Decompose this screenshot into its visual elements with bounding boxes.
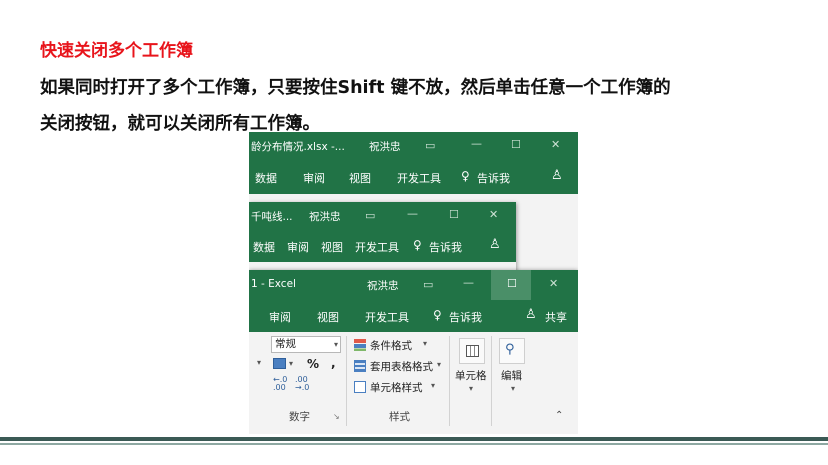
- group-separator: [449, 336, 450, 426]
- conditional-format-icon: [354, 339, 366, 351]
- user-icon[interactable]: ♙: [525, 307, 537, 322]
- user-icon[interactable]: ♙: [551, 168, 563, 183]
- window-2-titlebar[interactable]: 千吨线... 祝洪忠 ▭ — ☐ ✕: [249, 202, 516, 230]
- footer-rule-dark: [0, 437, 828, 441]
- tab-view[interactable]: 视图: [317, 309, 339, 325]
- window-3-tabs: 审阅 视图 开发工具 ♀ 告诉我 ♙ 共享: [249, 300, 578, 332]
- slide-title: 快速关闭多个工作簿: [40, 41, 193, 61]
- number-format-combo[interactable]: 常规 ▾: [271, 336, 341, 353]
- percent-style-button[interactable]: %: [307, 357, 319, 371]
- ribbon-display-options-icon[interactable]: ▭: [423, 278, 433, 291]
- chevron-down-icon[interactable]: ▾: [423, 339, 427, 348]
- editing-button[interactable]: ⚲: [499, 338, 525, 364]
- lightbulb-icon: ♀: [461, 169, 470, 183]
- number-format-value: 常规: [275, 338, 296, 350]
- excel-window-stack: 龄分布情况.xlsx -... 祝洪忠 ▭ — ☐ ✕ 数据 审阅 视图 开发工…: [249, 132, 578, 434]
- tab-data[interactable]: 数据: [253, 239, 275, 255]
- tab-developer[interactable]: 开发工具: [365, 309, 409, 325]
- window-3-title: 1 - Excel: [251, 278, 296, 290]
- chevron-down-icon[interactable]: ▾: [469, 384, 473, 393]
- ribbon-display-options-icon[interactable]: ▭: [365, 209, 375, 222]
- close-button[interactable]: ✕: [549, 277, 558, 290]
- search-icon: ⚲: [505, 342, 515, 357]
- window-2-user: 祝洪忠: [309, 211, 341, 223]
- accounting-format-icon[interactable]: [273, 358, 286, 369]
- tab-review[interactable]: 审阅: [287, 239, 309, 255]
- chevron-down-icon[interactable]: ▾: [437, 360, 441, 369]
- decrease-decimal-icon[interactable]: .00 →.0: [295, 376, 309, 392]
- tab-review[interactable]: 审阅: [303, 170, 325, 186]
- tab-developer[interactable]: 开发工具: [355, 239, 399, 255]
- tell-me-search[interactable]: 告诉我: [477, 170, 510, 186]
- styles-group-label: 样式: [389, 411, 410, 423]
- slide-body-line-1: 如果同时打开了多个工作簿，只要按住Shift 键不放，然后单击任意一个工作簿的: [40, 78, 671, 98]
- format-as-table-icon: [354, 360, 366, 372]
- chevron-down-icon: ▾: [333, 340, 338, 349]
- group-separator: [491, 336, 492, 426]
- tab-developer[interactable]: 开发工具: [397, 170, 441, 186]
- chevron-down-icon[interactable]: ▾: [431, 381, 435, 390]
- footer-rule-light: [0, 443, 828, 445]
- cell-styles-icon: [354, 381, 366, 393]
- collapse-ribbon-icon[interactable]: ⌃: [555, 410, 563, 421]
- ribbon-body: ▾ 常规 ▾ ▾ % , ←.0.00 .00 →.0 数字 ↘ 条件格式 ▾ 套…: [249, 332, 578, 434]
- cell-styles-button[interactable]: 单元格样式: [370, 380, 423, 395]
- chevron-down-icon[interactable]: ▾: [289, 359, 293, 368]
- number-dialog-launcher-icon[interactable]: ↘: [333, 412, 340, 421]
- tell-me-search[interactable]: 告诉我: [449, 309, 482, 325]
- lightbulb-icon: ♀: [433, 308, 442, 322]
- minimize-button[interactable]: —: [471, 137, 482, 150]
- minimize-button[interactable]: —: [407, 207, 418, 220]
- close-button[interactable]: ✕: [489, 208, 498, 221]
- partial-dropdown-arrow[interactable]: ▾: [257, 358, 261, 367]
- tab-view[interactable]: 视图: [349, 170, 371, 186]
- window-3-user: 祝洪忠: [367, 280, 399, 292]
- format-as-table-button[interactable]: 套用表格格式: [370, 359, 433, 374]
- window-1-titlebar[interactable]: 龄分布情况.xlsx -... 祝洪忠 ▭ — ☐ ✕: [249, 132, 578, 160]
- chevron-down-icon[interactable]: ▾: [511, 384, 515, 393]
- ribbon-display-options-icon[interactable]: ▭: [425, 139, 435, 152]
- window-2-tabs: 数据 审阅 视图 开发工具 ♀ 告诉我 ♙: [249, 230, 516, 262]
- tell-me-search[interactable]: 告诉我: [429, 239, 462, 255]
- tab-review[interactable]: 审阅: [269, 309, 291, 325]
- comma-style-button[interactable]: ,: [331, 356, 336, 370]
- window-1-title: 龄分布情况.xlsx -...: [251, 141, 345, 153]
- cells-button-label: 单元格: [455, 370, 487, 382]
- group-separator: [346, 336, 347, 426]
- maximize-button[interactable]: ☐: [511, 138, 521, 151]
- close-button[interactable]: ✕: [551, 138, 560, 151]
- editing-button-label: 编辑: [501, 370, 522, 382]
- lightbulb-icon: ♀: [413, 238, 422, 252]
- tab-data[interactable]: 数据: [255, 170, 277, 186]
- minimize-button[interactable]: —: [463, 276, 474, 289]
- maximize-button[interactable]: ☐: [507, 277, 517, 290]
- window-2-title: 千吨线...: [251, 211, 293, 223]
- tab-view[interactable]: 视图: [321, 239, 343, 255]
- conditional-format-button[interactable]: 条件格式: [370, 338, 412, 353]
- maximize-button[interactable]: ☐: [449, 208, 459, 221]
- increase-decimal-icon[interactable]: ←.0.00: [273, 376, 287, 392]
- window-1-user: 祝洪忠: [369, 141, 401, 153]
- window-1-tabs: 数据 审阅 视图 开发工具 ♀ 告诉我 ♙: [249, 160, 578, 194]
- number-group-label: 数字: [289, 411, 310, 423]
- cells-grid-icon: [466, 345, 479, 357]
- window-3-titlebar[interactable]: 1 - Excel 祝洪忠 ▭ — ☐ ✕: [249, 270, 578, 300]
- user-icon[interactable]: ♙: [489, 237, 501, 252]
- excel-window-3[interactable]: 1 - Excel 祝洪忠 ▭ — ☐ ✕ 审阅 视图 开发工具 ♀ 告诉我 ♙…: [249, 270, 578, 434]
- cells-button[interactable]: [459, 338, 485, 364]
- share-button[interactable]: 共享: [545, 309, 567, 325]
